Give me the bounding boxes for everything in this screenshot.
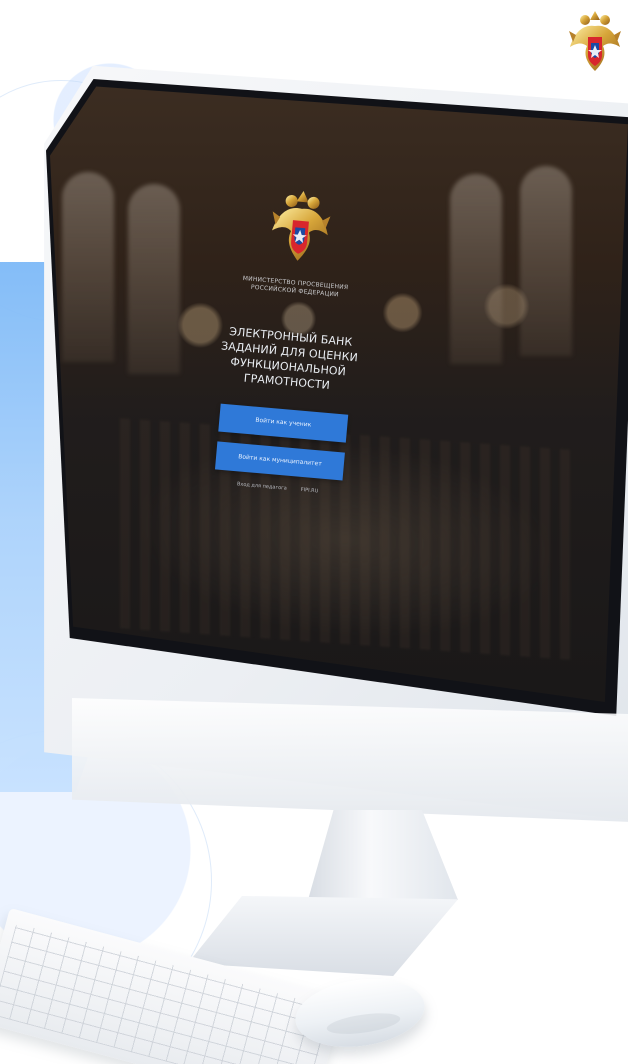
monitor-stand-neck bbox=[308, 810, 458, 900]
login-screen: МИНИСТЕРСТВО ПРОСВЕЩЕНИЯ РОССИЙСКОЙ ФЕДЕ… bbox=[50, 86, 628, 702]
background-arch bbox=[128, 184, 180, 374]
coat-of-arms-icon bbox=[272, 190, 331, 261]
background-arch bbox=[62, 172, 114, 362]
ministry-name: МИНИСТЕРСТВО ПРОСВЕЩЕНИЯ РОССИЙСКОЙ ФЕДЕ… bbox=[242, 275, 349, 298]
login-panel: МИНИСТЕРСТВО ПРОСВЕЩЕНИЯ РОССИЙСКОЙ ФЕДЕ… bbox=[178, 177, 404, 500]
background-arch bbox=[520, 166, 572, 356]
monitor-chin bbox=[72, 698, 628, 822]
desktop-computer: МИНИСТЕРСТВО ПРОСВЕЩЕНИЯ РОССИЙСКОЙ ФЕДЕ… bbox=[38, 58, 628, 976]
background-arch bbox=[450, 174, 502, 364]
student-login-button[interactable]: Войти как ученик bbox=[218, 403, 349, 443]
municipality-login-button[interactable]: Войти как муниципалитет bbox=[214, 441, 345, 481]
page-title: ЭЛЕКТРОННЫЙ БАНК ЗАДАНИЙ ДЛЯ ОЦЕНКИ ФУНК… bbox=[220, 325, 359, 392]
monitor-stand-base bbox=[188, 896, 458, 976]
app-screenshot: МИНИСТЕРСТВО ПРОСВЕЩЕНИЯ РОССИЙСКОЙ ФЕДЕ… bbox=[0, 0, 628, 1064]
